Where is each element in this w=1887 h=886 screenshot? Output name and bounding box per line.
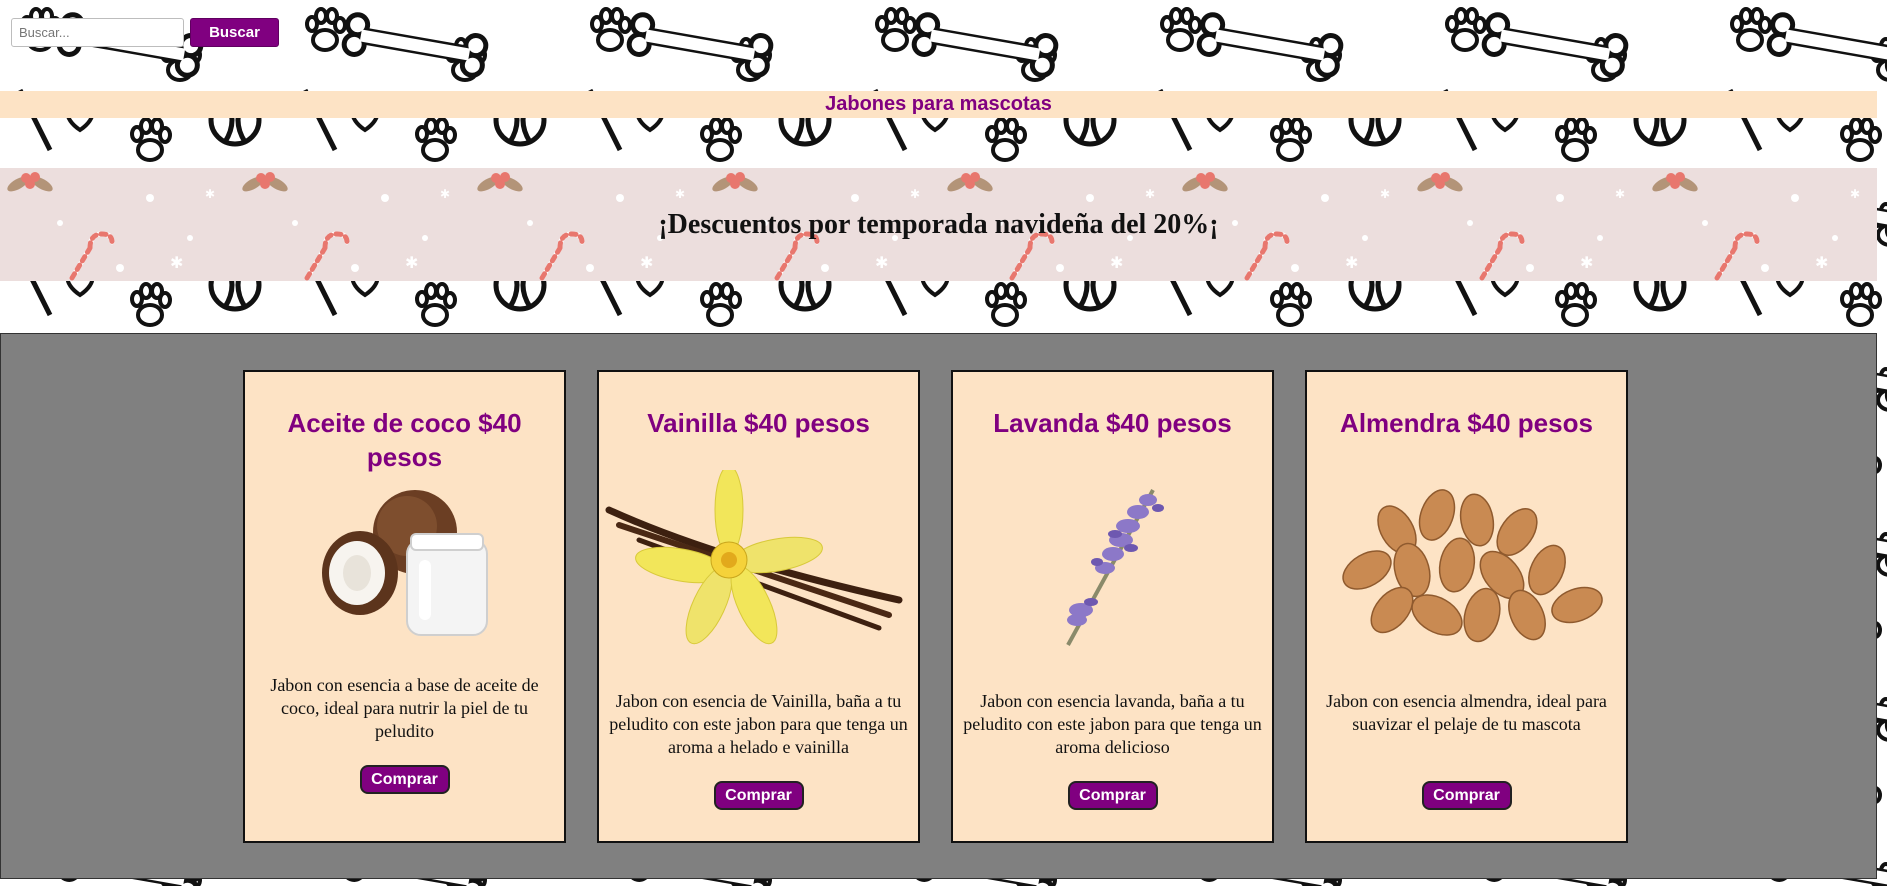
product-description: Jabon con esencia de Vainilla, baña a tu… xyxy=(609,691,908,757)
buy-button[interactable]: Comprar xyxy=(1421,781,1512,810)
vanilla-flower-image xyxy=(605,470,903,645)
product-title: Aceite de coco $40 pesos xyxy=(287,408,522,472)
product-card-coconut: Aceite de coco $40 pesos Jabon con esenc… xyxy=(243,370,566,843)
search-bar: Buscar xyxy=(11,18,279,47)
search-button[interactable]: Buscar xyxy=(190,18,279,47)
product-title: Almendra $40 pesos xyxy=(1340,408,1593,438)
search-input[interactable] xyxy=(11,18,184,47)
coconut-oil-image xyxy=(322,490,488,636)
product-card-vanilla: Vainilla $40 pesos Jabon con esencia de … xyxy=(597,370,920,843)
buy-button[interactable]: Comprar xyxy=(1067,781,1158,810)
lavender-image xyxy=(1066,489,1164,646)
product-description: Jabon con esencia lavanda, baña a tu pel… xyxy=(963,691,1262,757)
product-card-lavender: Lavanda $40 pesos Jabon con esencia lava… xyxy=(951,370,1274,843)
product-title: Vainilla $40 pesos xyxy=(647,408,870,438)
product-description: Jabon con esencia a base de aceite de co… xyxy=(270,675,539,741)
promo-text: ¡Descuentos por temporada navideña del 2… xyxy=(658,208,1219,240)
page-title: Jabones para mascotas xyxy=(0,91,1877,118)
buy-button[interactable]: Comprar xyxy=(359,765,450,794)
product-card-almond: Almendra $40 pesos Jabon con esencia alm… xyxy=(1305,370,1628,843)
product-description: Jabon con esencia almendra, ideal para s… xyxy=(1326,691,1607,734)
product-title: Lavanda $40 pesos xyxy=(993,408,1232,438)
promo-banner: ✱ ✱ ¡Descuentos por temporada navideña d… xyxy=(0,168,1877,281)
buy-button[interactable]: Comprar xyxy=(713,781,804,810)
products-section: Aceite de coco $40 pesos Jabon con esenc… xyxy=(0,333,1877,879)
almonds-image xyxy=(1342,489,1603,643)
